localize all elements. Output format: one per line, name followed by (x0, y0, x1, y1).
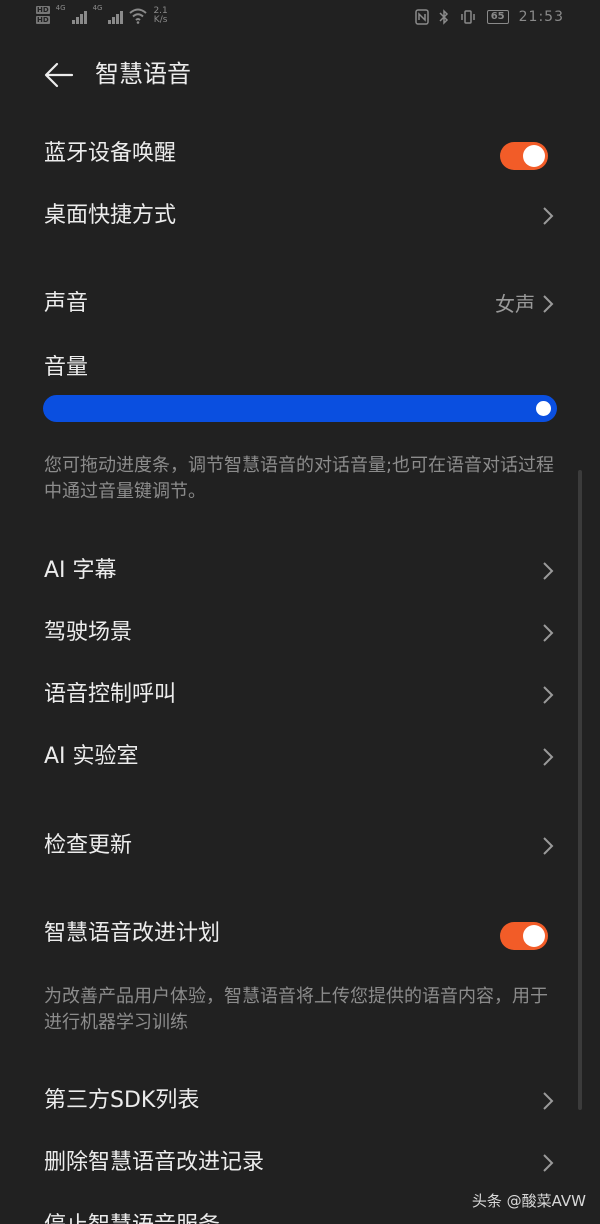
bluetooth-icon (439, 9, 448, 25)
setting-voice-call[interactable]: 语音控制呼叫 (0, 669, 600, 721)
nfc-icon (414, 9, 429, 25)
setting-label: 桌面快捷方式 (44, 203, 177, 228)
sim2-network-type: 4G (92, 4, 103, 12)
chevron-right-icon (543, 562, 554, 580)
setting-sdk-list[interactable]: 第三方SDK列表 (0, 1075, 600, 1127)
improve-plan-description: 为改善产品用户体验，智慧语音将上传您提供的语音内容，用于进行机器学习训练 (44, 986, 548, 1033)
battery-icon: 65 (486, 10, 509, 24)
status-time: 21:53 (518, 9, 564, 25)
chevron-right-icon (543, 295, 554, 313)
status-left-group: HD HD 4G 4G 2.1 K/s (36, 4, 168, 25)
voice-value: 女声 (495, 292, 535, 316)
bt-wake-toggle[interactable] (500, 142, 548, 170)
setting-stop-service[interactable]: 停止智慧语音服务 (0, 1210, 600, 1224)
hd-badge-1: HD (36, 6, 50, 14)
improve-plan-toggle[interactable] (500, 922, 548, 950)
toggle-knob (523, 925, 545, 947)
chevron-right-icon (543, 837, 554, 855)
setting-driving[interactable]: 驾驶场景 (0, 607, 600, 659)
volume-slider[interactable] (43, 395, 557, 422)
setting-label: 声音 (44, 291, 89, 316)
hd-badge-2: HD (36, 16, 50, 24)
chevron-right-icon (543, 686, 554, 704)
setting-shortcut[interactable]: 桌面快捷方式 (0, 190, 600, 242)
setting-volume: 音量 (0, 342, 600, 394)
setting-voice[interactable]: 声音 女声 (0, 278, 600, 330)
chevron-right-icon (543, 1154, 554, 1172)
back-arrow-icon[interactable] (44, 62, 74, 88)
setting-ai-caption[interactable]: AI 字幕 (0, 545, 600, 597)
chevron-right-icon (543, 624, 554, 642)
setting-label: 检查更新 (44, 833, 133, 858)
setting-label: 蓝牙设备唤醒 (44, 141, 177, 166)
toggle-knob (523, 145, 545, 167)
setting-bt-wake[interactable]: 蓝牙设备唤醒 (0, 128, 600, 180)
setting-improve-plan[interactable]: 智慧语音改进计划 (0, 908, 600, 960)
setting-delete-records[interactable]: 删除智慧语音改进记录 (0, 1137, 600, 1189)
speed-unit: K/s (153, 15, 168, 25)
hd-indicators: HD HD (36, 6, 50, 24)
setting-check-update[interactable]: 检查更新 (0, 820, 600, 872)
volume-description: 您可拖动进度条，调节智慧语音的对话音量;也可在语音对话过程中通过音量键调节。 (44, 455, 555, 502)
page-title: 智慧语音 (95, 60, 191, 88)
status-bar: HD HD 4G 4G 2.1 K/s 65 21:53 (0, 0, 600, 36)
scrollbar[interactable] (578, 470, 582, 1110)
signal-2-icon (108, 8, 124, 24)
setting-ai-lab[interactable]: AI 实验室 (0, 731, 600, 783)
setting-label: 智慧语音改进计划 (44, 921, 221, 946)
battery-level: 65 (490, 11, 505, 22)
setting-label: AI 实验室 (44, 744, 139, 769)
setting-label: 删除智慧语音改进记录 (44, 1150, 265, 1175)
status-right-group: 65 21:53 (414, 9, 564, 25)
setting-label: 音量 (44, 355, 89, 380)
volume-slider-thumb[interactable] (536, 401, 551, 416)
chevron-right-icon (543, 1092, 554, 1110)
setting-label: 第三方SDK列表 (44, 1088, 200, 1113)
wifi-icon (129, 8, 148, 24)
setting-label: 语音控制呼叫 (44, 682, 177, 707)
chevron-right-icon (543, 207, 554, 225)
network-speed: 2.1 K/s (153, 7, 167, 25)
chevron-right-icon (543, 748, 554, 766)
watermark: 头条 @酸菜AVW (471, 1192, 586, 1210)
setting-label: 停止智慧语音服务 (44, 1210, 220, 1224)
setting-label: 驾驶场景 (44, 620, 133, 645)
app-header: 智慧语音 (0, 46, 600, 102)
vibrate-icon (460, 10, 475, 24)
setting-label: AI 字幕 (44, 558, 117, 583)
sim1-network-type: 4G (55, 4, 66, 12)
signal-1-icon (71, 8, 87, 24)
